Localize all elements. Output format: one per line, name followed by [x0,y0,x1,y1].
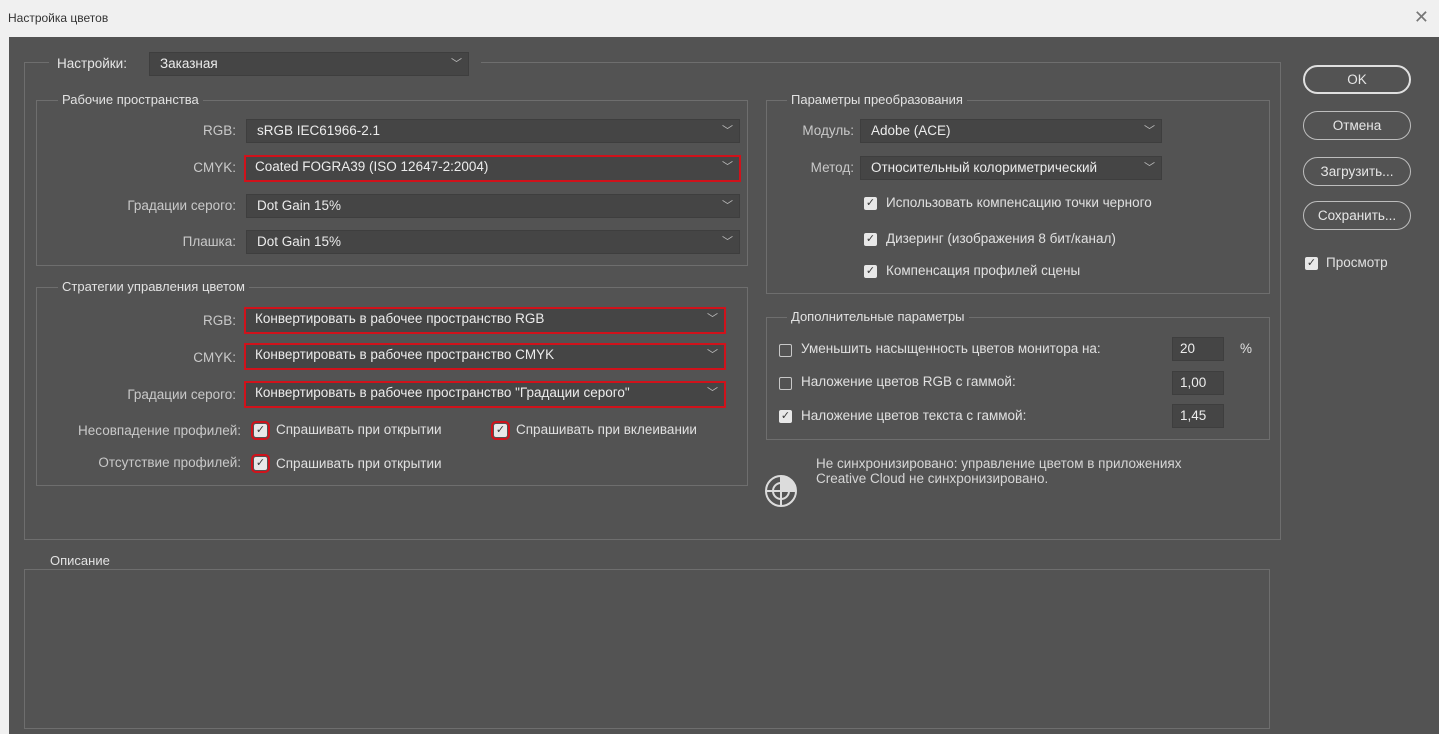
ws-rgb-select[interactable]: sRGB IEC61966-2.1 ﹀ [246,119,740,143]
chevron-down-icon: ﹀ [707,349,718,361]
blend-text-label[interactable]: Наложение цветов текста с гаммой: [801,408,1026,423]
intent-select[interactable]: Относительный колориметрический ﹀ [860,156,1162,180]
bpc-label[interactable]: Использовать компенсацию точки черного [886,195,1152,210]
chevron-down-icon: ﹀ [1144,162,1155,174]
blend-text-input[interactable]: 1,45 [1172,404,1224,428]
ws-spot-select[interactable]: Dot Gain 15% ﹀ [246,230,740,254]
chevron-down-icon: ﹀ [707,387,718,399]
scene-checkbox[interactable]: ✓ [864,265,877,278]
blend-rgb-checkbox[interactable] [779,377,792,390]
policy-rgb-value: Конвертировать в рабочее пространство RG… [255,311,545,326]
settings-select[interactable]: Заказная ﹀ [149,52,469,76]
dither-label[interactable]: Дизеринг (изображения 8 бит/канал) [886,231,1116,246]
ws-rgb-label: RGB: [202,123,236,138]
engine-label: Модуль: [802,123,854,138]
description-title: Описание [46,553,114,568]
policy-rgb-select[interactable]: Конвертировать в рабочее пространство RG… [244,307,726,334]
engine-select[interactable]: Adobe (ACE) ﹀ [860,119,1162,143]
chevron-down-icon: ﹀ [1144,125,1155,137]
engine-value: Adobe (ACE) [871,123,951,138]
policy-gray-label: Градации серого: [127,387,236,402]
save-button[interactable]: Сохранить... [1303,201,1411,230]
blend-rgb-label[interactable]: Наложение цветов RGB с гаммой: [801,374,1016,389]
bpc-checkbox[interactable]: ✓ [864,197,877,210]
mismatch-paste-label[interactable]: Спрашивать при вклеивании [516,422,697,437]
preview-checkbox[interactable]: ✓ [1305,257,1318,270]
blend-rgb-input[interactable]: 1,00 [1172,371,1224,395]
desaturate-label[interactable]: Уменьшить насыщенность цветов монитора н… [801,341,1101,356]
sync-line-1: Не синхронизировано: управление цветом в… [816,456,1182,471]
dither-checkbox[interactable]: ✓ [864,233,877,246]
sync-line-2: Creative Cloud не синхронизировано. [816,471,1049,486]
policy-rgb-label: RGB: [202,313,236,328]
cancel-button[interactable]: Отмена [1303,111,1411,140]
ws-cmyk-value: Coated FOGRA39 (ISO 12647-2:2004) [255,159,489,174]
color-settings-dialog: Настройки: Заказная ﹀ Рабочие пространст… [9,37,1439,734]
scene-label[interactable]: Компенсация профилей сцены [886,263,1080,278]
mismatch-paste-checkbox[interactable]: ✓ [491,421,510,440]
chevron-down-icon: ﹀ [722,161,733,173]
ws-cmyk-select[interactable]: Coated FOGRA39 (ISO 12647-2:2004) ﹀ [244,155,741,182]
ws-rgb-value: sRGB IEC61966-2.1 [257,123,381,138]
ws-gray-select[interactable]: Dot Gain 15% ﹀ [246,194,740,218]
description-group [24,569,1270,729]
policy-cmyk-select[interactable]: Конвертировать в рабочее пространство CM… [244,343,726,370]
sync-status-text: Не синхронизировано: управление цветом в… [816,456,1181,486]
desaturate-checkbox[interactable] [779,344,792,357]
ws-spot-label: Плашка: [182,234,236,249]
intent-value: Относительный колориметрический [871,160,1098,175]
mismatch-open-label[interactable]: Спрашивать при открытии [276,422,442,437]
ws-gray-value: Dot Gain 15% [257,198,342,213]
missing-open-label[interactable]: Спрашивать при открытии [276,456,442,471]
desaturate-unit: % [1240,341,1253,356]
chevron-down-icon: ﹀ [451,58,462,70]
policies-title: Стратегии управления цветом [58,279,249,294]
close-icon[interactable]: ✕ [1414,7,1429,28]
missing-label: Отсутствие профилей: [98,455,241,470]
working-spaces-title: Рабочие пространства [58,92,203,107]
chevron-down-icon: ﹀ [722,200,733,212]
ws-cmyk-label: CMYK: [193,160,236,175]
policy-gray-select[interactable]: Конвертировать в рабочее пространство "Г… [244,381,726,408]
missing-open-checkbox[interactable]: ✓ [251,454,270,473]
mismatch-label: Несовпадение профилей: [78,423,241,438]
desaturate-input[interactable]: 20 [1172,337,1224,361]
advanced-title: Дополнительные параметры [787,309,969,324]
policy-gray-value: Конвертировать в рабочее пространство "Г… [255,385,630,400]
chevron-down-icon: ﹀ [722,236,733,248]
conversion-title: Параметры преобразования [787,92,967,107]
chevron-down-icon: ﹀ [707,313,718,325]
ok-button[interactable]: OK [1303,65,1411,94]
settings-value: Заказная [160,56,218,71]
load-button[interactable]: Загрузить... [1303,157,1411,186]
policy-cmyk-value: Конвертировать в рабочее пространство CM… [255,347,555,362]
chevron-down-icon: ﹀ [722,125,733,137]
window-title: Настройка цветов [8,11,109,25]
sync-status-icon [765,475,797,507]
ws-spot-value: Dot Gain 15% [257,234,342,249]
intent-label: Метод: [810,160,854,175]
settings-label: Настройки: [57,56,127,71]
blend-text-value: 1,45 [1180,408,1207,423]
blend-rgb-value: 1,00 [1180,375,1207,390]
settings-row: Настройки: Заказная ﹀ [49,52,481,76]
blend-text-checkbox[interactable]: ✓ [779,410,792,423]
mismatch-open-checkbox[interactable]: ✓ [251,421,270,440]
desaturate-value: 20 [1180,341,1196,356]
title-bar: Настройка цветов ✕ [0,0,1439,37]
preview-label[interactable]: Просмотр [1326,255,1388,270]
ws-gray-label: Градации серого: [127,198,236,213]
policy-cmyk-label: CMYK: [193,350,236,365]
